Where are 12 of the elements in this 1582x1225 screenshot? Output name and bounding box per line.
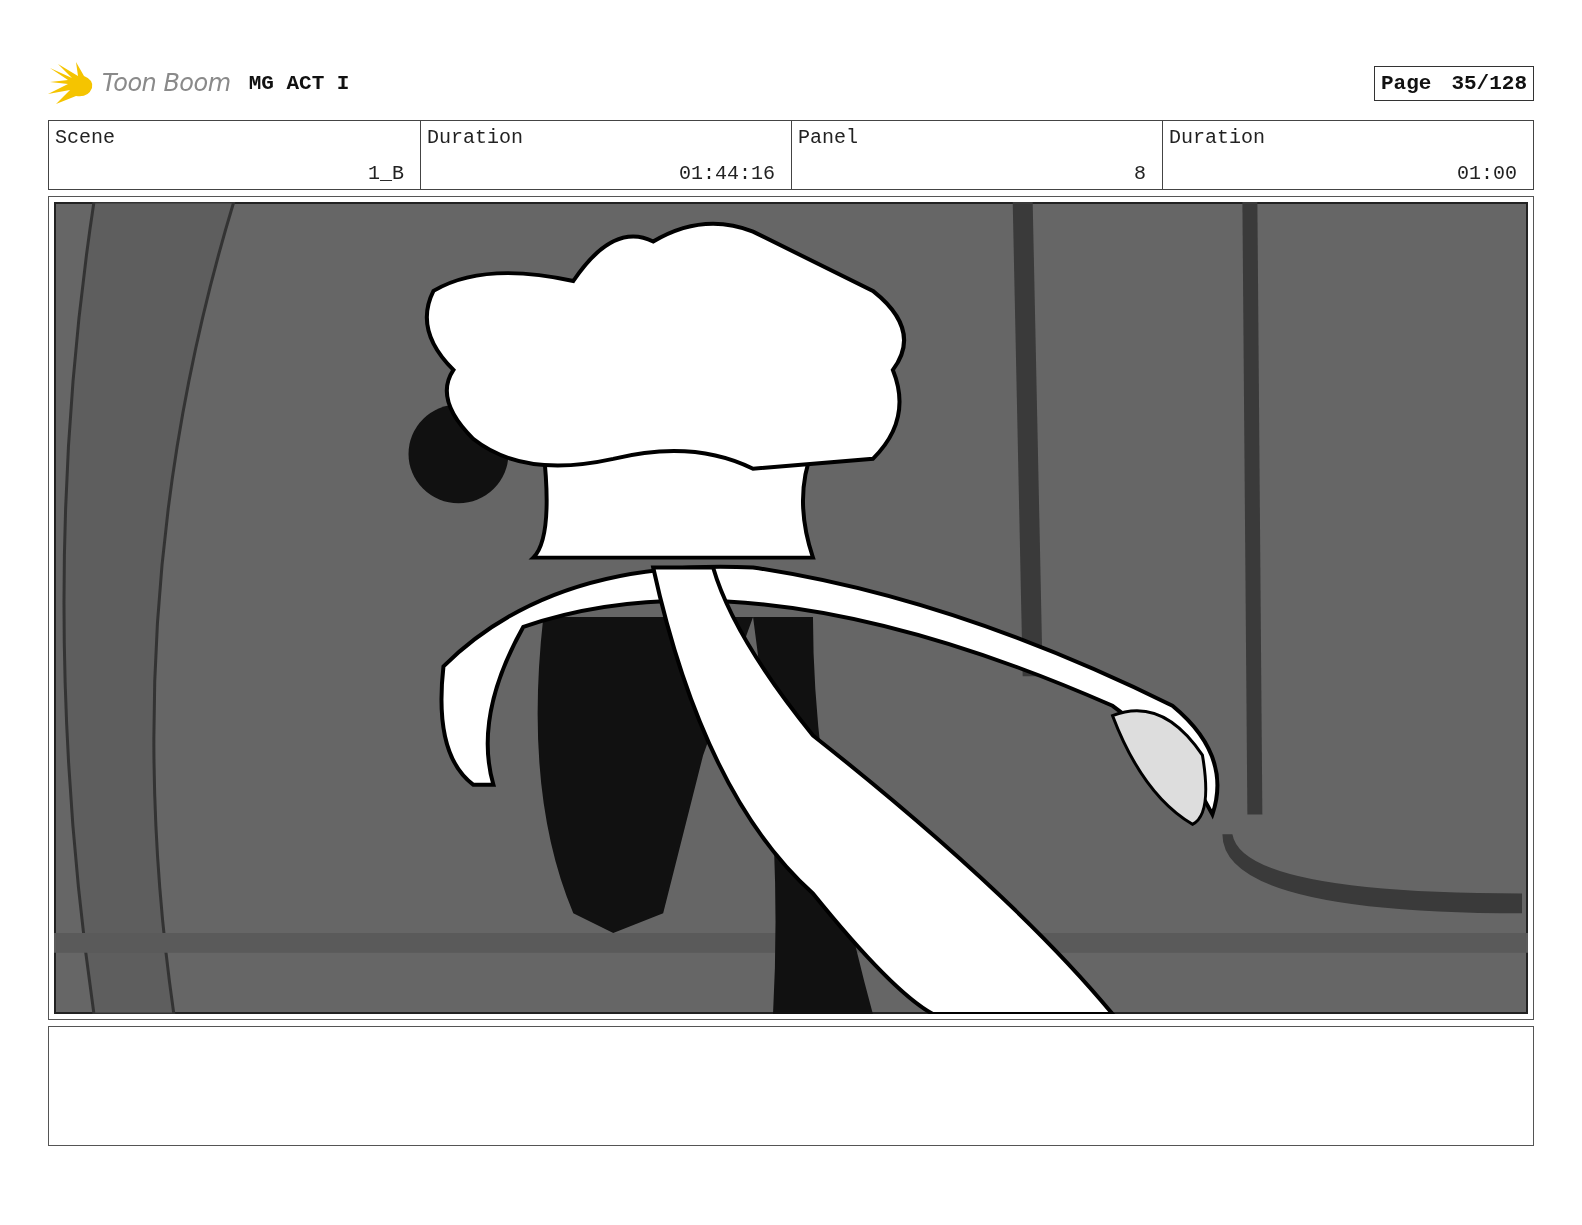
field-value: 1_B [368, 162, 404, 185]
field-value: 01:44:16 [679, 162, 775, 185]
logo-text: Toon Boom [102, 69, 231, 97]
field-label: Scene [55, 126, 116, 149]
field-value: 01:00 [1457, 162, 1517, 185]
page-label: Page [1380, 71, 1432, 95]
page-value: 35/128 [1451, 71, 1527, 95]
field-value: 8 [1134, 162, 1146, 185]
field-label: Panel [798, 126, 859, 149]
document-title: MG ACT I [248, 71, 350, 95]
field-label: Duration [427, 126, 524, 149]
field-label: Duration [1169, 126, 1266, 149]
